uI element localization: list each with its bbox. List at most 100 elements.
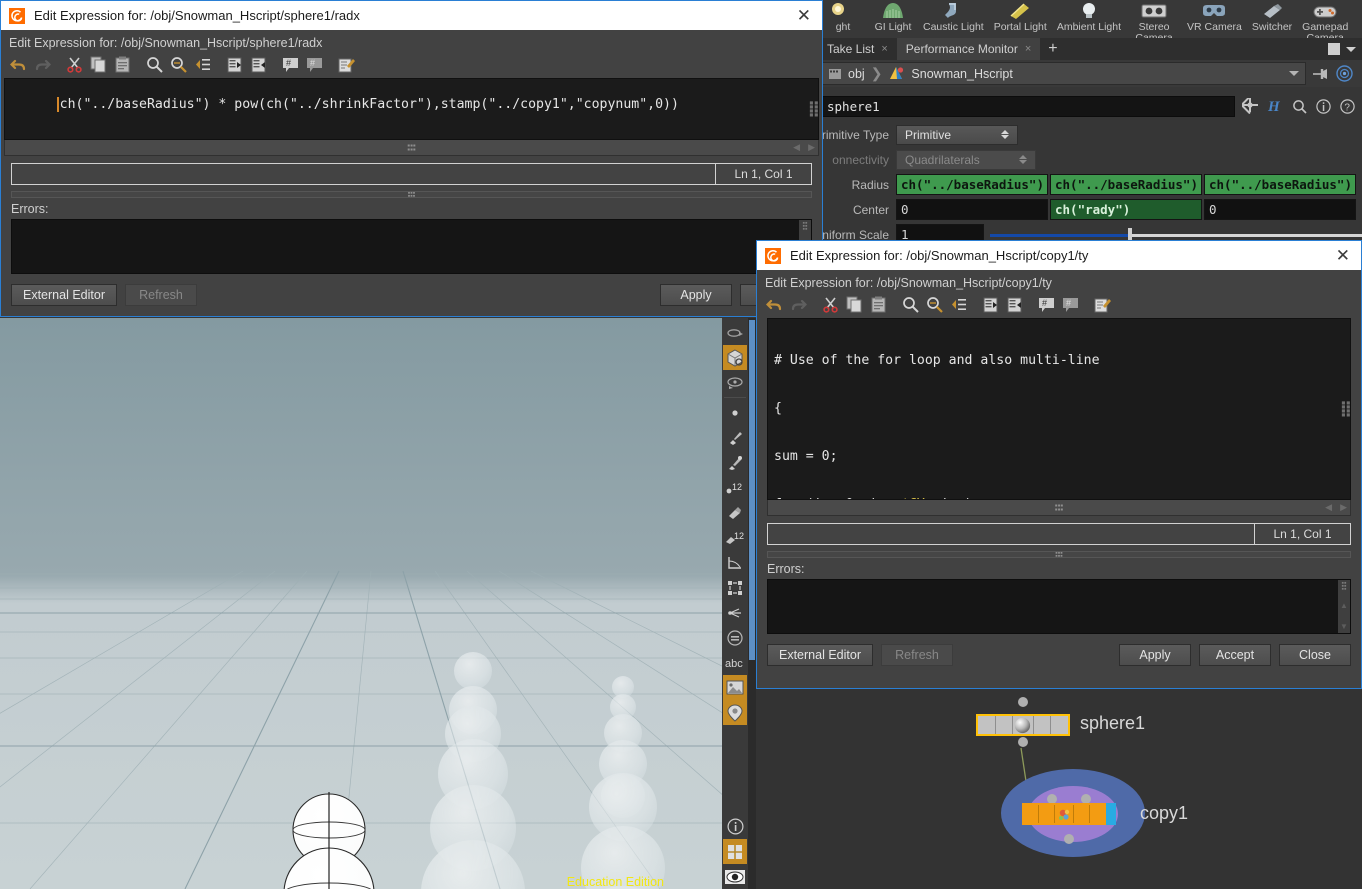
- shelf-item-switcher[interactable]: Switcher: [1247, 0, 1297, 33]
- breadcrumb[interactable]: obj ❯ Snowman_Hscript: [821, 62, 1306, 85]
- breadcrumb-root[interactable]: obj: [848, 67, 865, 81]
- paste-icon[interactable]: [111, 54, 133, 75]
- resize-grip-icon[interactable]: ▪▪▪▪▪▪▪▪: [1341, 401, 1348, 417]
- errors-scrollbar[interactable]: ▪▪▪▪▪▪ ▲ ▼: [1338, 580, 1350, 633]
- comment-icon[interactable]: #: [1035, 294, 1057, 315]
- node-body[interactable]: [1022, 803, 1106, 825]
- find-replace-icon[interactable]: [923, 294, 945, 315]
- shelf-item-stereo-camera[interactable]: Stereo Camera: [1126, 0, 1182, 38]
- find-replace-icon[interactable]: [167, 54, 189, 75]
- close-icon[interactable]: ×: [1025, 43, 1031, 55]
- edit-expression-dialog-radx[interactable]: Edit Expression for: /obj/Snowman_Hscrip…: [0, 0, 823, 317]
- spinner-icon[interactable]: [1007, 155, 1027, 164]
- expression-code-editor[interactable]: # Use of the for loop and also multi-lin…: [767, 318, 1351, 500]
- redo-icon[interactable]: [31, 54, 53, 75]
- edit-icon[interactable]: [335, 54, 357, 75]
- node-input-connector[interactable]: [1018, 697, 1028, 707]
- shelf-item-portal-light[interactable]: Portal Light: [989, 0, 1052, 33]
- 3d-viewport[interactable]: z x Education Edition: [0, 318, 722, 889]
- resize-grip-icon[interactable]: ▪▪▪▪▪▪▪▪: [809, 101, 816, 117]
- code-horizontal-scrollbar[interactable]: ▪▪▪▪▪▪ ◀▶: [4, 140, 819, 156]
- undo-icon[interactable]: [7, 54, 29, 75]
- measure-icon[interactable]: [723, 550, 747, 575]
- find-input[interactable]: [768, 524, 1254, 544]
- chevron-down-icon[interactable]: [1289, 71, 1299, 76]
- spinner-icon[interactable]: [989, 130, 1009, 139]
- uncomment-icon[interactable]: #: [1059, 294, 1081, 315]
- undo-icon[interactable]: [763, 294, 785, 315]
- bookmark-next-icon[interactable]: [223, 54, 245, 75]
- shelf-item-gamepad-camera[interactable]: Gamepad Camera: [1297, 0, 1353, 38]
- redo-icon[interactable]: [787, 294, 809, 315]
- bounding-box-icon[interactable]: [723, 575, 747, 600]
- handles-icon[interactable]: [723, 370, 747, 395]
- search-icon[interactable]: [1292, 99, 1307, 114]
- paint-icon[interactable]: [723, 500, 747, 525]
- prim-number-icon[interactable]: 12: [723, 525, 747, 550]
- help-icon[interactable]: ?: [1340, 99, 1355, 114]
- shelf-item-light[interactable]: ght: [818, 0, 868, 33]
- close-icon[interactable]: ✕: [794, 9, 814, 23]
- radius-z-field[interactable]: ch("../baseRadius") *: [1204, 174, 1356, 195]
- indent-icon[interactable]: [191, 54, 213, 75]
- copy-icon[interactable]: [87, 54, 109, 75]
- tab-performance-monitor[interactable]: Performance Monitor ×: [897, 38, 1040, 60]
- close-button[interactable]: Close: [1279, 644, 1351, 666]
- find-icon[interactable]: [899, 294, 921, 315]
- display-flag[interactable]: [1106, 803, 1116, 825]
- edit-icon[interactable]: [1091, 294, 1113, 315]
- point-icon[interactable]: [723, 400, 747, 425]
- node-name-input[interactable]: sphere1: [820, 96, 1235, 117]
- hscript-h-icon[interactable]: H: [1267, 98, 1283, 114]
- abc-icon[interactable]: abc: [723, 650, 747, 675]
- point-number-icon[interactable]: 12: [723, 475, 747, 500]
- gear-icon[interactable]: [1242, 98, 1258, 114]
- refresh-button[interactable]: Refresh: [125, 284, 197, 306]
- radius-x-field[interactable]: ch("../baseRadius") *: [896, 174, 1048, 195]
- dialog-title-bar[interactable]: Edit Expression for: /obj/Snowman_Hscrip…: [1, 1, 822, 30]
- code-horizontal-scrollbar[interactable]: ▪▪▪▪▪▪ ◀▶: [767, 500, 1351, 516]
- shelf-item-gi-light[interactable]: GI Light: [868, 0, 918, 33]
- shelf-item-ambient-light[interactable]: Ambient Light: [1052, 0, 1126, 33]
- close-icon[interactable]: ✕: [1333, 249, 1353, 263]
- node-body[interactable]: [976, 714, 1070, 736]
- marker-icon[interactable]: [723, 700, 747, 725]
- eye-icon[interactable]: [723, 864, 747, 889]
- close-icon[interactable]: ×: [881, 43, 887, 55]
- maximize-pane-icon[interactable]: [1328, 43, 1340, 55]
- select-icon[interactable]: [723, 320, 747, 345]
- external-editor-button[interactable]: External Editor: [767, 644, 873, 666]
- find-icon[interactable]: [143, 54, 165, 75]
- shelf-item-caustic-light[interactable]: Caustic Light: [918, 0, 989, 33]
- add-tab-button[interactable]: +: [1040, 42, 1065, 56]
- bookmark-next-icon[interactable]: [979, 294, 1001, 315]
- center-z-field[interactable]: 0: [1204, 199, 1356, 220]
- shelf-item-vr-camera[interactable]: VR Camera: [1182, 0, 1247, 33]
- expression-code-editor[interactable]: ch("../baseRadius") * pow(ch("../shrinkF…: [4, 78, 819, 140]
- info-icon[interactable]: [1316, 99, 1331, 114]
- edit-expression-dialog-ty[interactable]: Edit Expression for: /obj/Snowman_Hscrip…: [756, 240, 1362, 689]
- info-icon[interactable]: [723, 814, 747, 839]
- display-options-icon[interactable]: [723, 625, 747, 650]
- brush-icon[interactable]: [723, 425, 747, 450]
- cut-icon[interactable]: [63, 54, 85, 75]
- bookmark-prev-icon[interactable]: [1003, 294, 1025, 315]
- node-output-connector[interactable]: [1064, 834, 1074, 844]
- viewport-vertical-scrollbar[interactable]: [748, 318, 756, 889]
- center-x-field[interactable]: 0: [896, 199, 1048, 220]
- grid-icon[interactable]: [723, 839, 747, 864]
- pane-splitter[interactable]: ▪▪▪▪▪▪: [11, 191, 812, 198]
- node-copy1[interactable]: copy1: [1026, 789, 1120, 811]
- connectivity-menu[interactable]: Quadrilaterals: [896, 150, 1036, 170]
- find-input[interactable]: [12, 164, 715, 184]
- tab-take-list[interactable]: Take List ×: [818, 38, 897, 60]
- normals-icon[interactable]: [723, 600, 747, 625]
- network-editor[interactable]: sphere1: [756, 686, 1362, 889]
- breadcrumb-node[interactable]: Snowman_Hscript: [911, 67, 1012, 81]
- scroll-arrows[interactable]: ◀▶: [793, 142, 815, 153]
- copy-icon[interactable]: [843, 294, 865, 315]
- primitive-type-menu[interactable]: Primitive: [896, 125, 1018, 145]
- uniform-scale-slider[interactable]: [990, 229, 1362, 241]
- node-output-connector[interactable]: [1018, 737, 1028, 747]
- uncomment-icon[interactable]: #: [303, 54, 325, 75]
